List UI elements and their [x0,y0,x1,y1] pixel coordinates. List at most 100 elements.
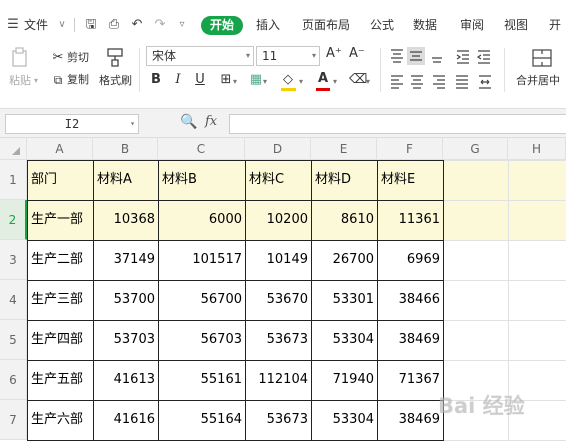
value-cell[interactable]: 53673 [246,400,311,440]
bold-button[interactable]: B [148,71,164,89]
format-painter-label[interactable]: 格式刷 [99,74,132,88]
file-menu[interactable]: 文件 [24,17,48,33]
tab-review[interactable]: 审阅 [460,17,484,33]
value-cell[interactable]: 38469 [378,400,443,440]
column-header-e[interactable]: E [311,138,377,160]
fill-color-button[interactable]: ◇ [280,71,298,91]
column-header-c[interactable]: C [158,138,245,160]
zoom-icon[interactable]: 🔍 [180,114,197,130]
column-header-h[interactable]: H [508,138,566,160]
tab-developer[interactable]: 开 [549,17,561,33]
department-cell[interactable]: 生产一部 [28,200,93,240]
header-cell[interactable]: 材料A [94,160,158,200]
chevron-down-icon[interactable]: ▾ [333,75,337,89]
undo-icon[interactable]: ↶ [129,17,145,33]
department-cell[interactable]: 生产三部 [28,280,93,320]
font-color-button[interactable]: A [315,71,331,91]
department-cell[interactable]: 生产六部 [28,400,93,440]
paste-label[interactable]: 粘贴 [9,74,31,88]
header-cell[interactable]: 部门 [28,160,93,200]
row-header-5[interactable]: 5 [0,320,27,360]
value-cell[interactable]: 38469 [378,320,443,360]
select-all-corner[interactable] [0,138,27,160]
value-cell[interactable]: 53670 [246,280,311,320]
department-cell[interactable]: 生产五部 [28,360,93,400]
value-cell[interactable]: 6969 [378,240,443,280]
value-cell[interactable]: 41613 [94,360,158,400]
value-cell[interactable]: 55164 [159,400,245,440]
value-cell[interactable]: 53301 [312,280,377,320]
header-cell[interactable]: 材料D [312,160,377,200]
column-header-b[interactable]: B [93,138,158,160]
paste-dropdown-icon[interactable]: ▾ [34,74,38,88]
font-size-select[interactable]: 11 ▾ [256,46,320,66]
row-header-1[interactable]: 1 [0,160,27,200]
value-cell[interactable]: 56703 [159,320,245,360]
department-cell[interactable]: 生产四部 [28,320,93,360]
value-cell[interactable]: 6000 [159,200,245,240]
row-header-7[interactable]: 7 [0,400,27,440]
department-cell[interactable]: 生产二部 [28,240,93,280]
value-cell[interactable]: 53304 [312,320,377,360]
value-cell[interactable]: 26700 [312,240,377,280]
shrink-font-button[interactable]: A⁻ [349,47,365,61]
hamburger-menu-icon[interactable]: ☰ [6,17,20,33]
tab-page-layout[interactable]: 页面布局 [302,17,350,33]
chevron-down-icon[interactable]: ▾ [233,75,237,89]
row-header-2[interactable]: 2 [0,200,27,240]
underline-button[interactable]: U [192,71,208,89]
font-name-select[interactable]: 宋体 ▾ [146,46,254,66]
tab-insert[interactable]: 插入 [256,17,280,33]
print-icon[interactable]: ⎙ [106,17,122,33]
fill-pattern-icon[interactable]: ▦ [248,71,264,89]
value-cell[interactable]: 56700 [159,280,245,320]
value-cell[interactable]: 53703 [94,320,158,360]
grow-font-button[interactable]: A⁺ [326,47,342,61]
copy-label[interactable]: 复制 [67,73,89,87]
alignment-group[interactable] [388,47,498,95]
value-cell[interactable]: 37149 [94,240,158,280]
copy-icon[interactable]: ⧉ [50,71,66,89]
merge-center-label[interactable]: 合并居中 [516,74,560,88]
cut-icon[interactable]: ✂ [50,49,66,67]
value-cell[interactable]: 38466 [378,280,443,320]
tab-data[interactable]: 数据 [413,17,437,33]
header-cell[interactable]: 材料B [159,160,245,200]
tab-formula[interactable]: 公式 [370,17,394,33]
value-cell[interactable]: 112104 [246,360,311,400]
chevron-down-icon[interactable]: ▾ [366,75,370,89]
value-cell[interactable]: 55161 [159,360,245,400]
name-box[interactable]: I2 ▾ [5,114,139,134]
column-header-d[interactable]: D [245,138,311,160]
value-cell[interactable]: 8610 [312,200,377,240]
value-cell[interactable]: 53700 [94,280,158,320]
value-cell[interactable]: 10368 [94,200,158,240]
value-cell[interactable]: 53304 [312,400,377,440]
format-painter-button[interactable] [104,46,126,68]
value-cell[interactable]: 11361 [378,200,443,240]
value-cell[interactable]: 71367 [378,360,443,400]
cut-label[interactable]: 剪切 [67,51,89,65]
chevron-down-icon[interactable]: ∨ [56,17,68,33]
formula-input[interactable] [229,114,566,134]
tab-home[interactable]: 开始 [201,16,243,35]
value-cell[interactable]: 10149 [246,240,311,280]
value-cell[interactable]: 41616 [94,400,158,440]
column-header-f[interactable]: F [377,138,443,160]
merge-center-button[interactable] [530,47,554,69]
value-cell[interactable]: 10200 [246,200,311,240]
quick-access-dropdown-icon[interactable]: ▿ [175,17,189,33]
row-header-3[interactable]: 3 [0,240,27,280]
chevron-down-icon[interactable]: ▾ [299,75,303,89]
value-cell[interactable]: 101517 [159,240,245,280]
value-cell[interactable]: 71940 [312,360,377,400]
header-cell[interactable]: 材料E [378,160,443,200]
paste-button[interactable] [10,46,30,68]
fx-label[interactable]: fx [205,114,217,129]
tab-view[interactable]: 视图 [504,17,528,33]
value-cell[interactable]: 53673 [246,320,311,360]
save-icon[interactable]: 🖫 [83,17,99,33]
row-header-6[interactable]: 6 [0,360,27,400]
row-header-4[interactable]: 4 [0,280,27,320]
border-icon[interactable]: ⊞ [218,71,234,89]
